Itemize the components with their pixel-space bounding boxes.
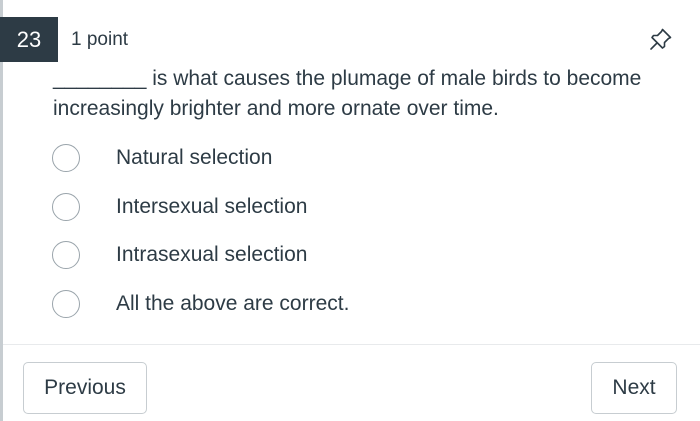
answer-option[interactable]: All the above are correct. <box>52 280 652 329</box>
footer-divider <box>3 344 700 345</box>
pin-icon[interactable] <box>648 26 674 52</box>
question-text: ________ is what causes the plumage of m… <box>53 67 642 120</box>
answer-option-label: Natural selection <box>116 146 273 170</box>
previous-button[interactable]: Previous <box>23 362 147 414</box>
answer-option-label: Intersexual selection <box>116 194 308 218</box>
answer-options: Natural selection Intersexual selection … <box>52 134 652 328</box>
radio-button[interactable] <box>52 241 80 270</box>
answer-option[interactable]: Intersexual selection <box>52 183 652 232</box>
radio-button[interactable] <box>52 192 80 221</box>
answer-option[interactable]: Natural selection <box>52 134 652 183</box>
answer-option-label: Intrasexual selection <box>116 243 308 267</box>
quiz-question-page: 23 1 point ________ is what causes the p… <box>0 0 700 421</box>
left-border <box>0 0 3 421</box>
radio-button[interactable] <box>52 289 80 318</box>
radio-button[interactable] <box>52 144 80 173</box>
answer-option-label: All the above are correct. <box>116 291 350 315</box>
next-button[interactable]: Next <box>591 362 677 414</box>
question-points: 1 point <box>71 29 129 50</box>
question-number-badge: 23 <box>0 17 58 62</box>
answer-option[interactable]: Intrasexual selection <box>52 231 652 280</box>
